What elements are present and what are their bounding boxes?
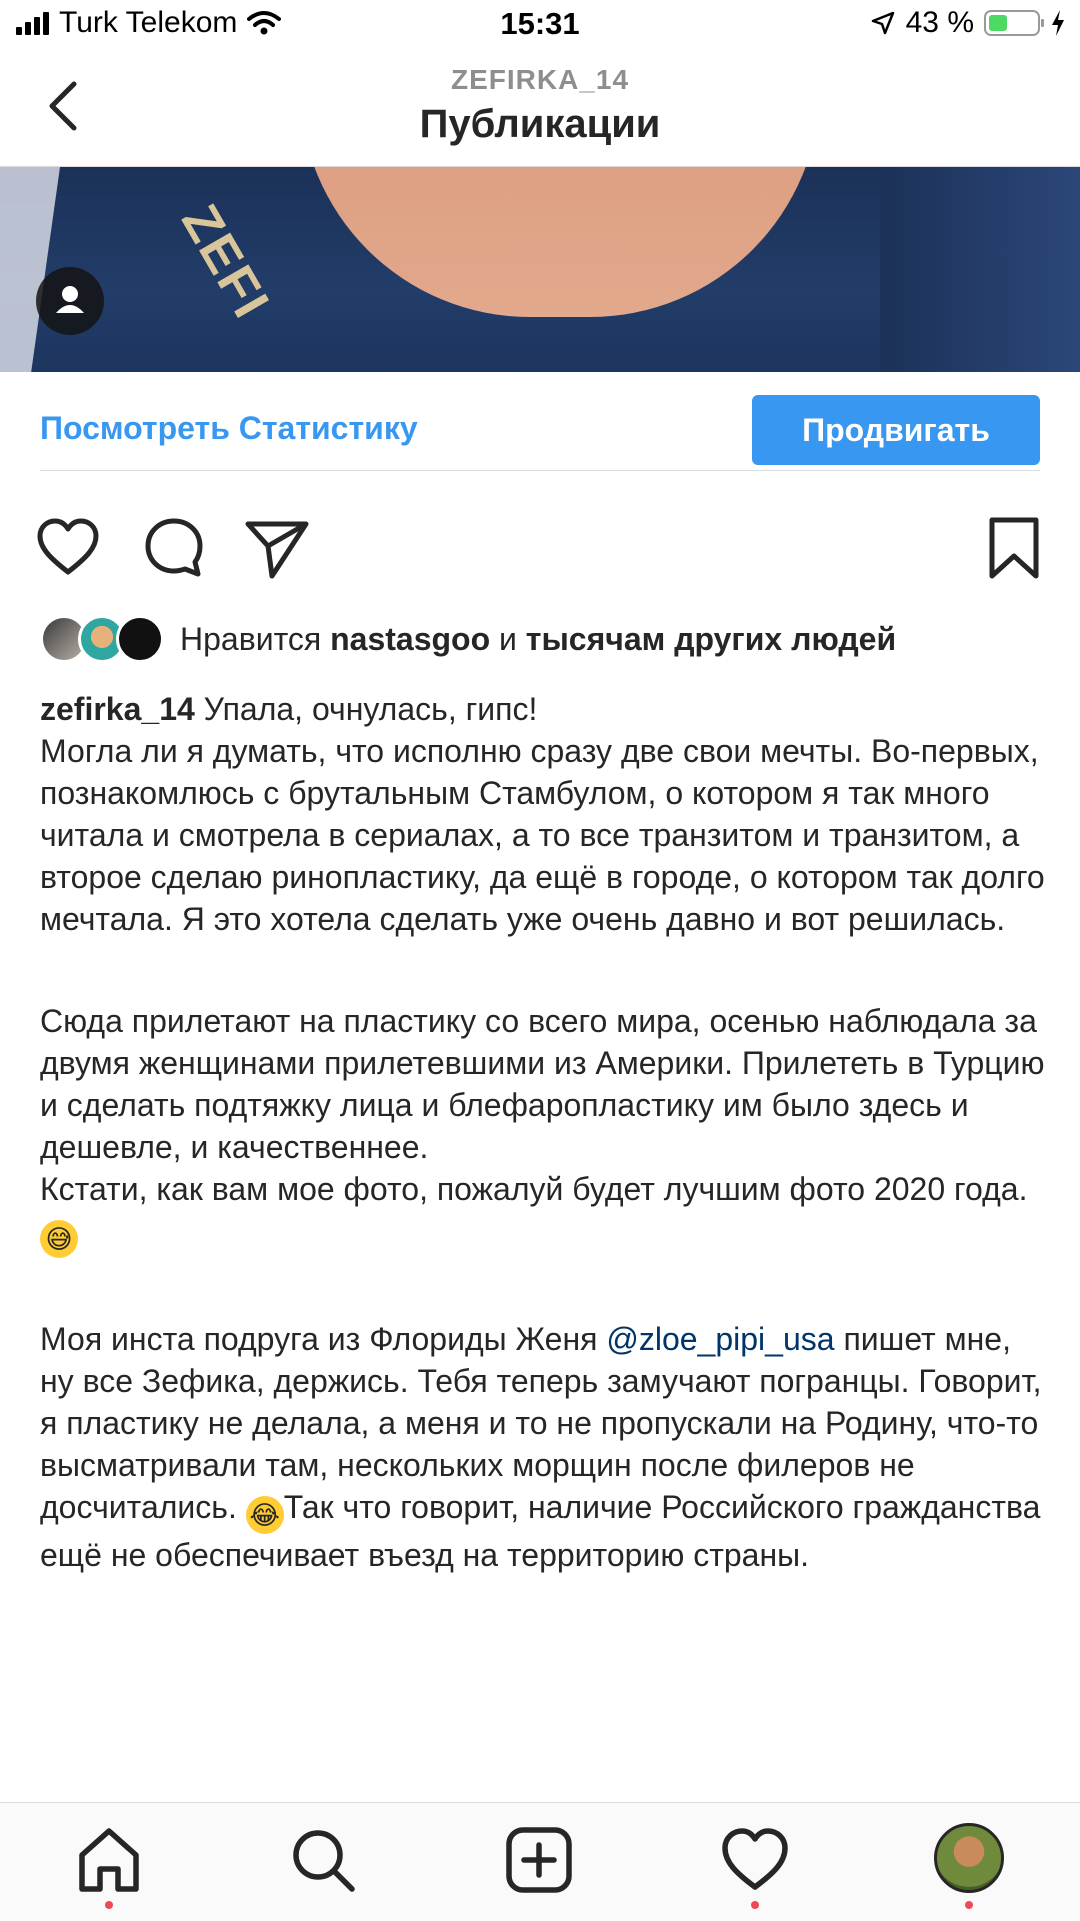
likes-others[interactable]: тысячам других людей [526,621,896,657]
search-icon[interactable] [288,1825,358,1895]
insights-row: Посмотреть Статистику Продвигать [40,390,1040,471]
liker-avatars [40,615,164,663]
view-insights-link[interactable]: Посмотреть Статистику [40,410,418,447]
add-post-icon[interactable] [504,1825,574,1895]
bookmark-icon[interactable] [986,516,1042,582]
home-icon[interactable] [74,1825,144,1895]
likes-row[interactable]: Нравится nastasgoo и тысячам других люде… [40,612,1050,666]
caption-para-3: Кстати, как вам мое фото, пожалуй будет … [40,1171,1028,1207]
caption-para-4-start: Моя инста подруга из Флориды Женя [40,1321,598,1357]
home-notification-dot [105,1901,113,1909]
user-tag-icon[interactable] [36,267,104,335]
charging-icon [1052,10,1064,36]
comment-icon[interactable] [142,516,206,580]
caption-first-line: zefirka_14 Упала, очнулась, гипс! [40,688,1050,730]
post-caption: zefirka_14 Упала, очнулась, гипс! Могла … [40,688,1050,1576]
activity-icon[interactable] [720,1825,790,1895]
caption-para-3-wrap: Кстати, как вам мое фото, пожалуй будет … [40,1168,1050,1258]
status-right: 43 % [870,6,1066,40]
image-fabric-fold [880,167,1080,372]
bottom-tab-bar [0,1802,1080,1921]
promote-button[interactable]: Продвигать [752,395,1040,465]
caption-title: Упала, очнулась, гипс! [203,691,538,727]
profile-avatar[interactable] [934,1823,1004,1893]
likes-prefix: Нравится [180,620,322,657]
mention-link[interactable]: @zloe_pipi_usa [606,1321,834,1357]
page-title: Публикации [419,102,661,146]
likes-user[interactable]: nastasgoo [330,621,490,657]
post-image[interactable]: ZEFI [0,167,1080,372]
caption-para-4: Моя инста подруга из Флориды Женя @zloe_… [40,1318,1050,1576]
activity-notification-dot [751,1901,759,1909]
share-icon[interactable] [244,516,310,580]
shirt-logo: ZEFI [170,195,281,329]
battery-icon [984,10,1044,36]
battery-percent: 43 % [905,6,974,39]
likes-conjunction: и [499,620,517,657]
nav-header: ZEFIRKA_14 Публикации [0,54,1080,167]
avatar [116,615,164,663]
heart-icon[interactable] [36,518,100,578]
laughing-tears-emoji-icon: 😂 [245,1496,284,1534]
likes-text: Нравится nastasgoo и тысячам других люде… [180,621,896,658]
location-icon [871,11,894,35]
caption-para-2: Сюда прилетают на пластику со всего мира… [40,1003,1045,1165]
caption-para-1: Могла ли я думать, что исполню сразу две… [40,733,1045,937]
header-username: ZEFIRKA_14 [450,64,630,95]
action-bar [0,510,1080,590]
caption-author[interactable]: zefirka_14 [40,691,195,727]
status-bar: Turk Telekom 15:31 43 % [0,0,1080,54]
profile-notification-dot [965,1901,973,1909]
sweat-smile-emoji-icon: 😅 [40,1220,78,1258]
image-skin-area [300,167,820,317]
